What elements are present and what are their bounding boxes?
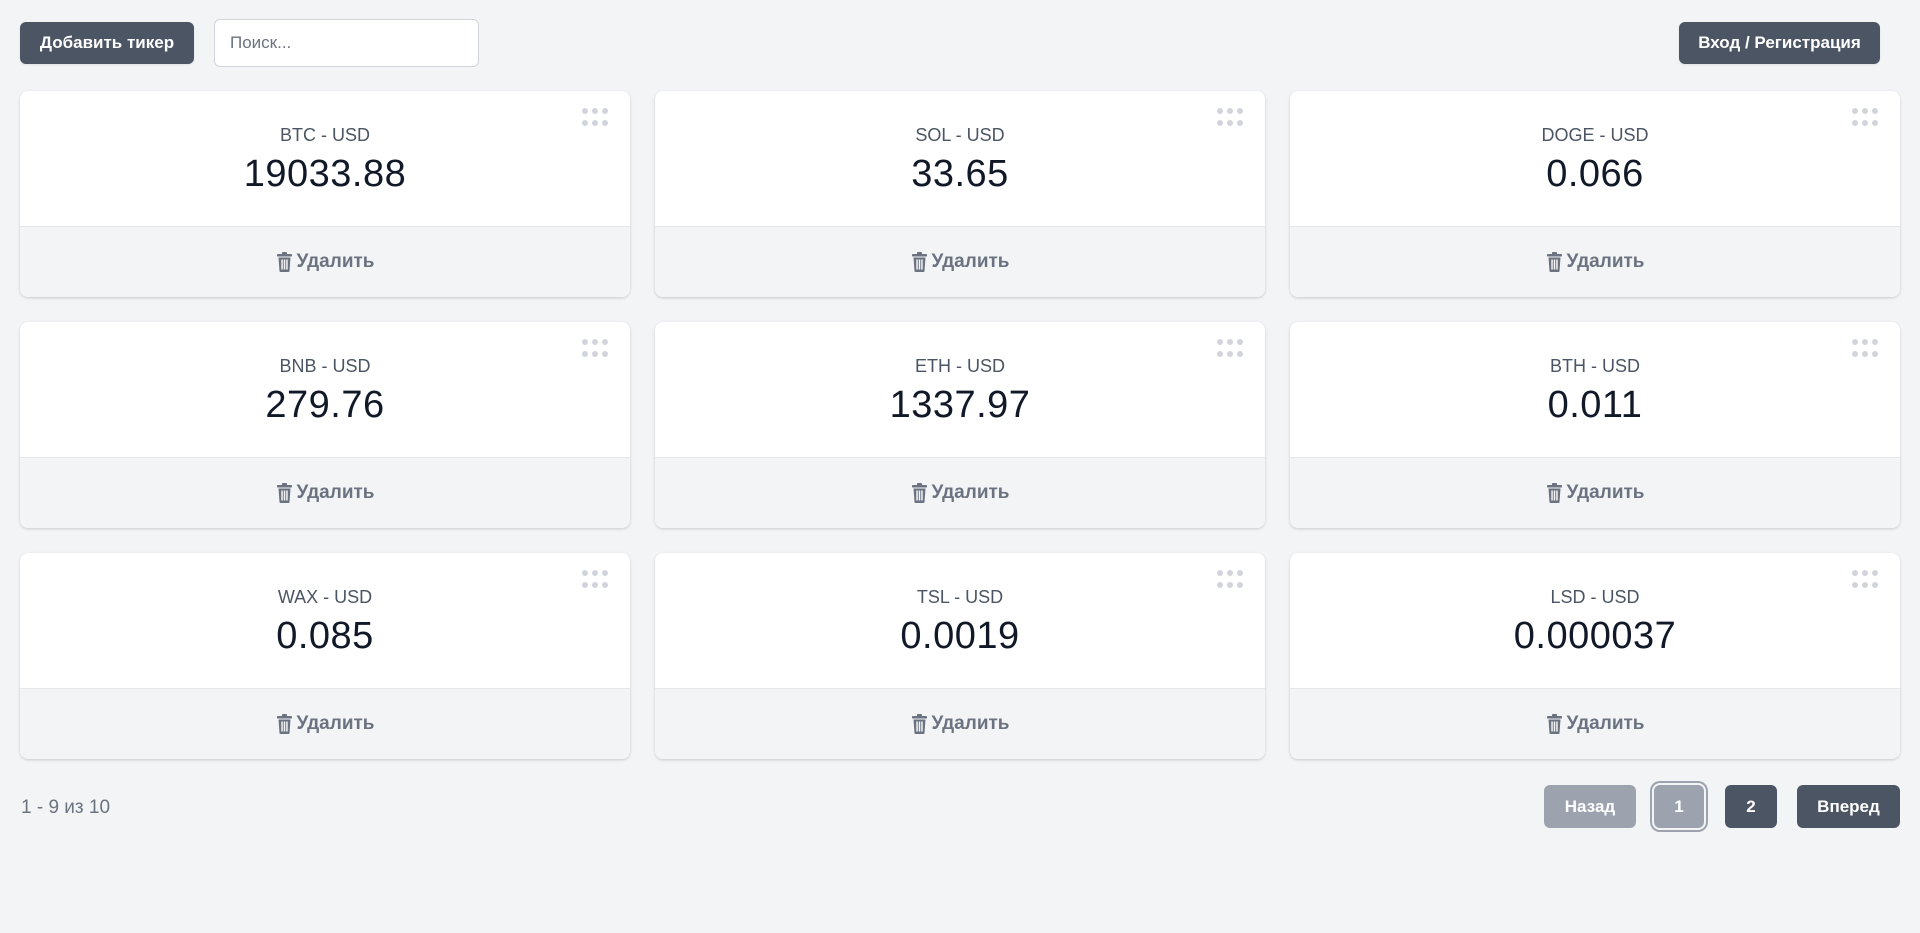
pagination-range: 1 - 9 из 10 — [21, 797, 111, 818]
next-page-button[interactable]: Вперед — [1797, 785, 1900, 828]
delete-label: Удалить — [296, 251, 375, 272]
ticker-name: DOGE - USD — [1541, 125, 1649, 145]
ticker-price: 19033.88 — [243, 153, 407, 195]
delete-button[interactable]: Удалить — [1290, 227, 1900, 297]
delete-button[interactable]: Удалить — [20, 689, 630, 759]
drag-handle-icon[interactable] — [1852, 339, 1878, 357]
ticker-card-header: BTH - USD 0.011 — [1290, 322, 1900, 458]
delete-button[interactable]: Удалить — [1290, 458, 1900, 528]
ticker-card: ETH - USD 1337.97 Удалить — [655, 322, 1265, 528]
ticker-name: TSL - USD — [916, 587, 1004, 607]
page-button-2[interactable]: 2 — [1725, 785, 1777, 828]
delete-label: Удалить — [1566, 713, 1645, 734]
delete-label: Удалить — [1566, 482, 1645, 503]
ticker-card-header: SOL - USD 33.65 — [655, 91, 1265, 227]
ticker-name: WAX - USD — [277, 587, 373, 607]
trash-icon — [1546, 714, 1562, 734]
drag-handle-icon[interactable] — [1217, 108, 1243, 126]
ticker-price: 0.085 — [276, 615, 374, 657]
delete-button[interactable]: Удалить — [20, 227, 630, 297]
ticker-name: LSD - USD — [1550, 587, 1640, 607]
ticker-grid: BTC - USD 19033.88 Удалить SOL - USD 33.… — [20, 91, 1901, 759]
delete-button[interactable]: Удалить — [655, 458, 1265, 528]
ticker-card-header: LSD - USD 0.000037 — [1290, 553, 1900, 689]
add-ticker-button[interactable]: Добавить тикер — [20, 22, 194, 64]
delete-label: Удалить — [296, 713, 375, 734]
trash-icon — [1546, 483, 1562, 503]
delete-button[interactable]: Удалить — [1290, 689, 1900, 759]
login-register-button[interactable]: Вход / Регистрация — [1679, 22, 1880, 64]
delete-button[interactable]: Удалить — [655, 689, 1265, 759]
trash-icon — [911, 252, 927, 272]
ticker-name: BTH - USD — [1550, 356, 1640, 376]
ticker-card: BTH - USD 0.011 Удалить — [1290, 322, 1900, 528]
delete-label: Удалить — [296, 482, 375, 503]
ticker-price: 0.000037 — [1513, 615, 1677, 657]
trash-icon — [276, 252, 292, 272]
page-button-1[interactable]: 1 — [1654, 785, 1704, 828]
ticker-price: 0.011 — [1547, 384, 1643, 426]
ticker-price: 0.066 — [1546, 153, 1644, 195]
delete-label: Удалить — [931, 713, 1010, 734]
delete-button[interactable]: Удалить — [20, 458, 630, 528]
ticker-card: SOL - USD 33.65 Удалить — [655, 91, 1265, 297]
ticker-price: 1337.97 — [889, 384, 1031, 426]
trash-icon — [911, 483, 927, 503]
ticker-card: DOGE - USD 0.066 Удалить — [1290, 91, 1900, 297]
drag-handle-icon[interactable] — [1217, 339, 1243, 357]
ticker-name: BNB - USD — [279, 356, 371, 376]
delete-label: Удалить — [931, 251, 1010, 272]
ticker-card-header: BTC - USD 19033.88 — [20, 91, 630, 227]
ticker-card-header: DOGE - USD 0.066 — [1290, 91, 1900, 227]
ticker-price: 33.65 — [911, 153, 1009, 195]
ticker-name: SOL - USD — [915, 125, 1005, 145]
prev-page-button[interactable]: Назад — [1544, 785, 1636, 828]
ticker-price: 279.76 — [265, 384, 385, 426]
drag-handle-icon[interactable] — [1852, 108, 1878, 126]
ticker-card: BTC - USD 19033.88 Удалить — [20, 91, 630, 297]
search-input[interactable] — [214, 19, 479, 67]
drag-handle-icon[interactable] — [582, 339, 608, 357]
trash-icon — [276, 483, 292, 503]
ticker-card-header: BNB - USD 279.76 — [20, 322, 630, 458]
delete-label: Удалить — [1566, 251, 1645, 272]
trash-icon — [1546, 252, 1562, 272]
ticker-card: TSL - USD 0.0019 Удалить — [655, 553, 1265, 759]
ticker-name: ETH - USD — [915, 356, 1005, 376]
ticker-card: BNB - USD 279.76 Удалить — [20, 322, 630, 528]
trash-icon — [911, 714, 927, 734]
ticker-card-header: TSL - USD 0.0019 — [655, 553, 1265, 689]
ticker-card: WAX - USD 0.085 Удалить — [20, 553, 630, 759]
ticker-price: 0.0019 — [900, 615, 1020, 657]
ticker-name: BTC - USD — [280, 125, 370, 145]
ticker-card-header: ETH - USD 1337.97 — [655, 322, 1265, 458]
delete-button[interactable]: Удалить — [655, 227, 1265, 297]
ticker-card: LSD - USD 0.000037 Удалить — [1290, 553, 1900, 759]
ticker-card-header: WAX - USD 0.085 — [20, 553, 630, 689]
drag-handle-icon[interactable] — [1852, 570, 1878, 588]
delete-label: Удалить — [931, 482, 1010, 503]
drag-handle-icon[interactable] — [582, 570, 608, 588]
drag-handle-icon[interactable] — [582, 108, 608, 126]
top-bar: Добавить тикер Вход / Регистрация — [0, 0, 1920, 90]
drag-handle-icon[interactable] — [1217, 570, 1243, 588]
trash-icon — [276, 714, 292, 734]
